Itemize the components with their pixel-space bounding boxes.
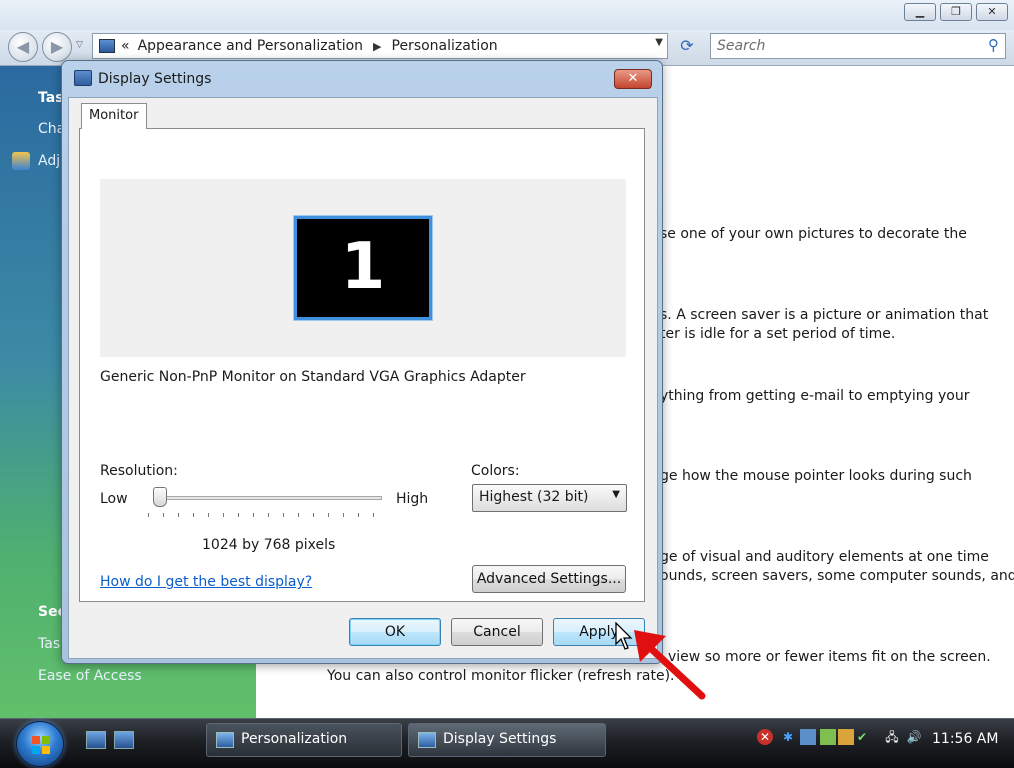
resolution-value: 1024 by 768 pixels — [202, 537, 336, 553]
window-controls: ▁ ❐ ✕ — [904, 3, 1008, 21]
advanced-settings-button[interactable]: Advanced Settings... — [472, 565, 626, 593]
breadcrumb-prefix: « — [121, 38, 130, 54]
taskbar-item-personalization[interactable]: Personalization — [206, 723, 402, 757]
monitor-name: Generic Non-PnP Monitor on Standard VGA … — [100, 369, 526, 385]
chevron-right-icon[interactable]: ▶ — [373, 40, 381, 53]
dialog-title: Display Settings — [98, 71, 212, 87]
high-label: High — [396, 491, 429, 507]
checkmark-icon[interactable]: ✔ — [854, 729, 870, 745]
dialog-body: Monitor 1 Generic Non-PnP Monitor on Sta… — [68, 97, 658, 659]
content-text-line: ge of visual and auditory elements at on… — [660, 549, 989, 565]
slider-ticks — [148, 513, 374, 519]
display-settings-icon — [418, 732, 436, 748]
dialog-close-button[interactable]: ✕ — [614, 69, 652, 89]
control-panel-icon — [99, 39, 115, 53]
monitor-arrangement-area: 1 — [100, 179, 626, 357]
content-text-line: ge how the mouse pointer looks during su… — [660, 468, 972, 484]
colors-selected-value: Highest (32 bit) — [479, 489, 589, 505]
taskbar-clock[interactable]: 11:56 AM — [932, 731, 998, 747]
monitor-tab-panel: 1 Generic Non-PnP Monitor on Standard VG… — [79, 128, 645, 602]
tray-app-icon[interactable] — [820, 729, 836, 745]
search-icon[interactable]: ⚲ — [988, 36, 999, 54]
switch-windows-icon[interactable] — [114, 731, 134, 749]
monitor-1-preview[interactable]: 1 — [293, 215, 433, 321]
show-desktop-icon[interactable] — [86, 731, 106, 749]
colors-select[interactable]: Highest (32 bit) ▼ — [472, 484, 627, 512]
taskbar-item-label: Display Settings — [443, 731, 557, 747]
security-alert-icon[interactable]: ✕ — [757, 729, 773, 745]
display-settings-dialog: Display Settings ✕ Monitor 1 Generic Non… — [61, 60, 663, 664]
explorer-titlebar: ▁ ❐ ✕ — [0, 0, 1014, 30]
content-text-line: ter is idle for a set period of time. — [660, 326, 896, 342]
search-placeholder: Search — [717, 38, 766, 54]
see-also-link-1[interactable]: Tas — [38, 636, 60, 652]
cancel-button[interactable]: Cancel — [451, 618, 543, 646]
content-text-line: s. A screen saver is a picture or animat… — [660, 307, 989, 323]
forward-button[interactable]: ▶ — [42, 32, 72, 62]
tasks-heading: Tas — [38, 90, 64, 106]
content-text-line: ounds, screen savers, some computer soun… — [660, 568, 1014, 584]
content-text-line: se one of your own pictures to decorate … — [660, 226, 967, 242]
colors-label: Colors: — [471, 463, 520, 479]
tab-monitor[interactable]: Monitor — [81, 103, 147, 129]
ok-button[interactable]: OK — [349, 618, 441, 646]
low-label: Low — [100, 491, 128, 507]
minimize-button[interactable]: ▁ — [904, 3, 936, 21]
annotation-arrow-icon — [634, 630, 706, 700]
resolution-slider-track[interactable] — [160, 496, 382, 500]
search-input[interactable]: Search ⚲ — [710, 33, 1006, 59]
recent-pages-dropdown[interactable]: ▽ — [76, 40, 83, 50]
taskbar-item-label: Personalization — [241, 731, 348, 747]
content-text-line: You can also control monitor flicker (re… — [327, 668, 675, 684]
chevron-down-icon[interactable]: ▼ — [655, 37, 663, 48]
shield-icon — [12, 152, 30, 170]
taskbar: Personalization Display Settings ✕ ✱ ✔ 🖧… — [0, 718, 1014, 768]
task-link-2[interactable]: Adj — [38, 153, 60, 169]
maximize-button[interactable]: ❐ — [940, 3, 972, 21]
best-display-help-link[interactable]: How do I get the best display? — [100, 574, 312, 590]
personalization-icon — [216, 732, 234, 748]
content-text-line: view so more or fewer items fit on the s… — [668, 649, 991, 665]
volume-icon[interactable]: 🔊 — [906, 729, 922, 745]
content-text-line: ything from getting e-mail to emptying y… — [660, 388, 970, 404]
ease-of-access-link[interactable]: Ease of Access — [38, 668, 142, 684]
back-button[interactable]: ◀ — [8, 32, 38, 62]
chevron-down-icon: ▼ — [612, 489, 620, 500]
refresh-icon[interactable]: ⟳ — [674, 33, 700, 59]
tray-app-icon[interactable] — [838, 729, 854, 745]
taskbar-item-display-settings[interactable]: Display Settings — [408, 723, 606, 757]
network-icon[interactable]: 🖧 — [884, 729, 900, 745]
display-settings-icon — [74, 70, 92, 86]
network-adapter-icon[interactable] — [800, 729, 816, 745]
address-field[interactable]: « Appearance and Personalization ▶ Perso… — [92, 33, 668, 59]
breadcrumb-appearance[interactable]: Appearance and Personalization — [138, 38, 363, 54]
resolution-label: Resolution: — [100, 463, 178, 479]
start-button[interactable] — [16, 721, 64, 767]
bluetooth-icon[interactable]: ✱ — [780, 729, 796, 745]
breadcrumb-personalization[interactable]: Personalization — [392, 38, 498, 54]
close-button[interactable]: ✕ — [976, 3, 1008, 21]
windows-logo-icon — [32, 736, 50, 754]
resolution-slider-thumb[interactable] — [153, 487, 167, 507]
